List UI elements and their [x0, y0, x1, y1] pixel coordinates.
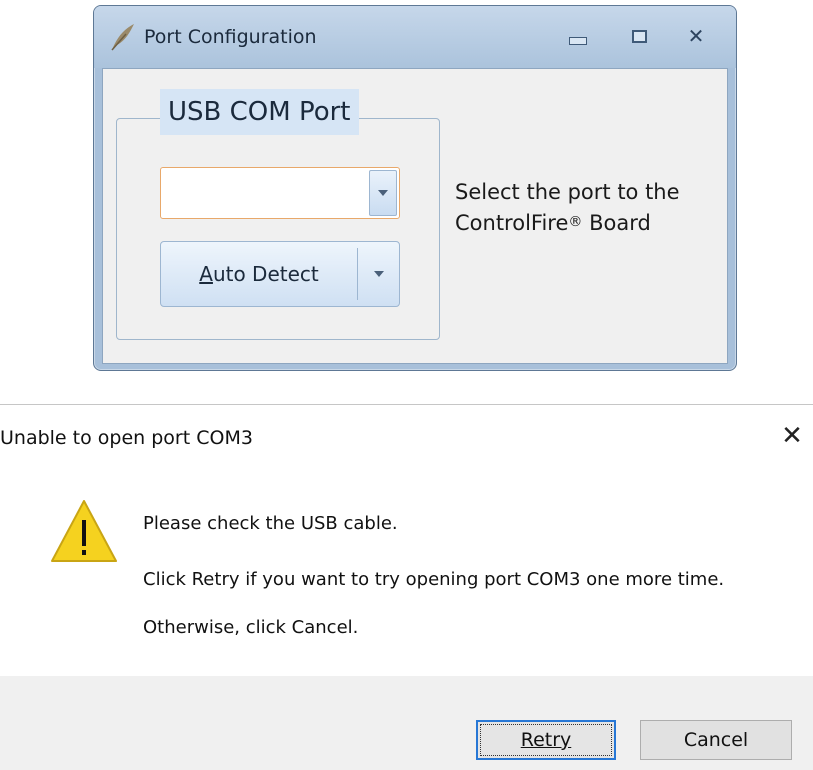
minimize-button[interactable] — [561, 22, 595, 50]
window-title: Port Configuration — [144, 26, 317, 48]
message-line-3: Otherwise, click Cancel. — [143, 617, 359, 638]
retry-label: Retry — [520, 729, 572, 751]
board-word: Board — [582, 211, 651, 235]
port-config-content: USB COM Port Auto Detect Select the port… — [102, 68, 728, 364]
dialog-button-area: Retry Cancel — [0, 676, 813, 770]
cancel-label: Cancel — [683, 729, 749, 751]
title-bar[interactable]: Port Configuration ✕ — [94, 6, 736, 68]
group-title: USB COM Port — [160, 89, 359, 135]
registered-mark: ® — [568, 214, 583, 230]
instruction-line-1: Select the port to the — [455, 180, 680, 204]
message-line-1: Please check the USB cable. — [143, 513, 398, 534]
instruction-text: Select the port to the ControlFire® Boar… — [455, 177, 715, 239]
feather-icon — [111, 24, 134, 51]
message-line-2: Click Retry if you want to try opening p… — [143, 569, 725, 590]
product-name: ControlFire — [455, 211, 569, 235]
port-dropdown-button[interactable] — [369, 170, 397, 216]
auto-detect-button[interactable]: Auto Detect — [161, 242, 357, 306]
auto-detect-split-button: Auto Detect — [160, 241, 400, 307]
auto-detect-menu-button[interactable] — [358, 242, 400, 306]
maximize-icon — [631, 29, 647, 43]
close-icon: ✕ — [687, 24, 705, 48]
auto-detect-label: uto Detect — [212, 262, 319, 286]
close-icon: ✕ — [781, 421, 803, 451]
port-configuration-window: Port Configuration ✕ USB COM Port Auto D… — [93, 5, 737, 371]
warning-icon — [51, 500, 117, 562]
close-button[interactable]: ✕ — [679, 22, 713, 50]
port-select[interactable] — [160, 167, 400, 219]
maximize-button[interactable] — [622, 22, 656, 50]
instruction-line-2: ControlFire® Board — [455, 208, 715, 239]
auto-detect-accelerator: A — [199, 262, 213, 286]
error-dialog: Unable to open port COM3 ✕ Please check … — [0, 404, 813, 770]
dialog-close-button[interactable]: ✕ — [775, 419, 809, 453]
retry-button[interactable]: Retry — [476, 720, 616, 760]
cancel-button[interactable]: Cancel — [640, 720, 792, 760]
dialog-title: Unable to open port COM3 — [0, 427, 253, 449]
chevron-down-icon — [378, 190, 388, 196]
minimize-icon — [569, 37, 587, 45]
chevron-down-icon — [374, 271, 384, 277]
